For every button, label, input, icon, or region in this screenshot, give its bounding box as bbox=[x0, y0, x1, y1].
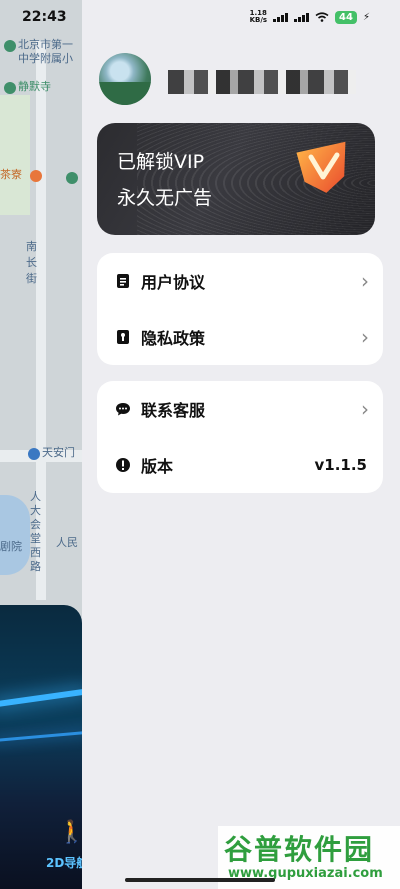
map-poi-icon bbox=[66, 172, 78, 184]
avatar[interactable] bbox=[99, 53, 151, 105]
menu-item-version: 版本 v1.1.5 bbox=[97, 437, 383, 493]
map-label: 静默寺 bbox=[18, 80, 51, 93]
battery-icon: 44 bbox=[335, 10, 357, 24]
menu-label: 隐私政策 bbox=[141, 329, 206, 348]
map-lake bbox=[0, 495, 30, 575]
vip-benefit-text: 永久无广告 bbox=[117, 187, 213, 209]
menu-item-privacy-policy[interactable]: 隐私政策 › bbox=[97, 309, 383, 365]
chat-bubble-icon bbox=[116, 403, 130, 416]
map-background: 北京市第一 中学附属小 静默寺 茶寮 南 长 街 天安门 人大会堂西路 剧院 人… bbox=[0, 0, 82, 889]
settings-card-support: 联系客服 › 版本 v1.1.5 bbox=[97, 381, 383, 493]
username-pixelated bbox=[168, 70, 356, 94]
map-label: 人大会堂西路 bbox=[30, 490, 41, 573]
map-poi-icon bbox=[4, 40, 16, 52]
network-speed: 1.18 KB/s bbox=[249, 9, 268, 24]
menu-item-user-agreement[interactable]: 用户协议 › bbox=[97, 253, 383, 309]
chevron-right-icon: › bbox=[361, 269, 369, 293]
chevron-right-icon: › bbox=[361, 325, 369, 349]
map-label: 北京市第一 bbox=[18, 38, 73, 51]
map-label: 人民 bbox=[56, 536, 78, 549]
menu-label: 联系客服 bbox=[141, 401, 206, 420]
document-icon bbox=[117, 274, 129, 288]
map-label: 南 bbox=[26, 240, 37, 253]
status-bar-right: 1.18 KB/s 44 ⚡ bbox=[250, 10, 370, 24]
map-label: 天安门 bbox=[42, 446, 75, 459]
version-value: v1.1.5 bbox=[314, 456, 368, 474]
status-time: 22:43 bbox=[22, 9, 67, 25]
vip-card[interactable]: 已解锁VIP 永久无广告 bbox=[97, 123, 375, 235]
map-label: 街 bbox=[26, 272, 37, 285]
map-label: 剧院 bbox=[0, 540, 22, 553]
vip-status-text: 已解锁VIP bbox=[117, 151, 205, 173]
settings-card-legal: 用户协议 › 隐私政策 › bbox=[97, 253, 383, 365]
map-park-area bbox=[0, 95, 30, 215]
light-trail bbox=[0, 688, 82, 708]
charging-icon: ⚡ bbox=[362, 11, 370, 23]
info-alert-icon bbox=[116, 458, 130, 472]
signal-icon bbox=[273, 12, 289, 22]
menu-label: 版本 bbox=[141, 457, 174, 476]
wifi-icon bbox=[315, 12, 329, 22]
map-label: 茶寮 bbox=[0, 168, 22, 181]
menu-item-contact-support[interactable]: 联系客服 › bbox=[97, 381, 383, 437]
nav-mode-label[interactable]: 2D导航 bbox=[46, 854, 82, 871]
signal-icon bbox=[294, 12, 310, 22]
map-label: 长 bbox=[26, 256, 37, 269]
vip-diamond-icon bbox=[296, 141, 346, 193]
home-indicator[interactable] bbox=[125, 878, 275, 882]
menu-label: 用户协议 bbox=[141, 273, 206, 292]
nav-banner bbox=[0, 605, 82, 889]
subway-icon bbox=[28, 448, 40, 460]
map-poi-icon bbox=[30, 170, 42, 182]
map-poi-icon bbox=[4, 82, 16, 94]
light-trail bbox=[0, 730, 82, 743]
chevron-right-icon: › bbox=[361, 397, 369, 421]
watermark-title: 谷普软件园 bbox=[224, 833, 375, 866]
walking-person-icon[interactable]: 🚶 bbox=[58, 820, 82, 845]
keyhole-icon bbox=[117, 330, 129, 344]
map-label: 中学附属小 bbox=[18, 52, 73, 65]
